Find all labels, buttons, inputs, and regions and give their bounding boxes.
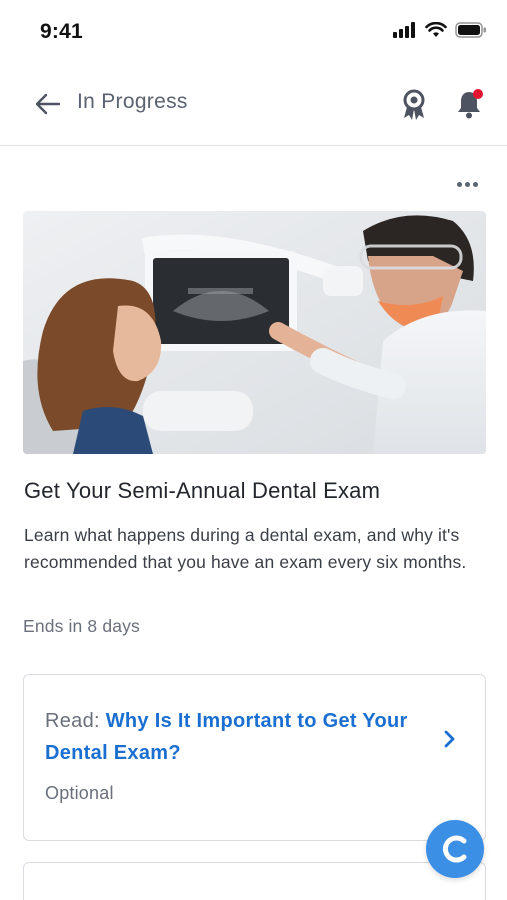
top-nav-header: In Progress (0, 62, 507, 146)
chat-button[interactable] (426, 820, 484, 878)
program-title: Get Your Semi-Annual Dental Exam (24, 478, 381, 503)
status-bar: 9:41 (0, 0, 507, 62)
notification-badge (473, 89, 483, 99)
arrow-left-icon (35, 93, 61, 115)
task-card-read[interactable]: Read: Why Is It Important to Get Your De… (23, 674, 486, 841)
program-description: Learn what happens during a dental exam,… (24, 525, 467, 572)
rewards-button[interactable] (397, 88, 431, 122)
more-options-button[interactable] (450, 172, 484, 196)
task-type-label: Read: (45, 710, 106, 732)
status-icons (393, 22, 487, 38)
battery-icon (455, 22, 486, 38)
hero-image (23, 211, 486, 454)
chat-c-icon (443, 835, 467, 863)
award-ribbon-icon (403, 89, 425, 120)
notifications-button[interactable] (452, 86, 486, 122)
wifi-icon (425, 22, 447, 37)
task-card-next[interactable] (23, 862, 486, 900)
page-title: In Progress (77, 90, 188, 113)
status-time: 9:41 (40, 20, 83, 43)
program-ends-label: Ends in 8 days (23, 616, 140, 636)
task-status: Optional (45, 783, 114, 803)
task-text: Read: Why Is It Important to Get Your De… (45, 705, 415, 769)
signal-icon (393, 22, 415, 38)
back-button[interactable] (32, 88, 64, 120)
chevron-right-icon[interactable] (438, 727, 462, 751)
more-horizontal-icon (456, 181, 462, 187)
